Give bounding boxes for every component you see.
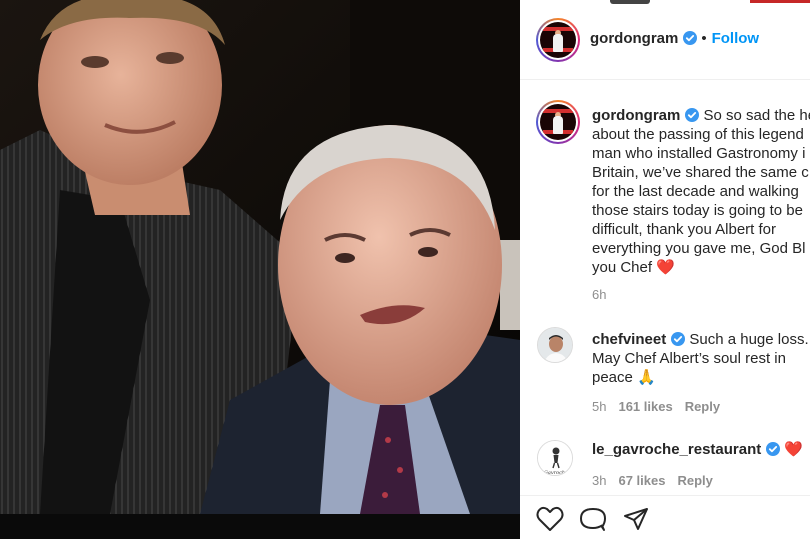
comment-likes[interactable]: 67 likes (618, 473, 665, 488)
heart-icon[interactable] (536, 506, 564, 532)
caption-avatar[interactable] (536, 100, 580, 144)
commenter-username[interactable]: chefvineet (592, 331, 666, 348)
caption-line: So so sad the he (703, 107, 810, 124)
post-photo[interactable] (0, 0, 520, 539)
comment-line: May Chef Albert’s soul rest in (592, 350, 786, 367)
comment-bubble-icon[interactable] (579, 506, 607, 532)
paper-plane-icon[interactable] (622, 506, 650, 532)
reply-button[interactable]: Reply (677, 473, 712, 488)
header-separator: • (701, 30, 707, 47)
post-side-panel: gordongram • Follow gordongram So so sad … (520, 0, 810, 539)
caption-line: for the last decade and walking (592, 183, 799, 200)
comment-le-gavroche: le_gavroche_restaurant ❤️ (592, 440, 810, 459)
reply-button[interactable]: Reply (685, 399, 720, 414)
caption-line: Britain, we’ve shared the same c (592, 164, 809, 181)
post-image (0, 0, 520, 514)
verified-badge-icon (671, 332, 686, 346)
caption-username[interactable]: gordongram (592, 107, 680, 124)
caption-line: man who installed Gastronomy i (592, 145, 806, 162)
commenter-avatar[interactable]: Gavroche (537, 440, 573, 476)
caption-line: those stairs today is going to be (592, 202, 803, 219)
caption-line: about the passing of this legend (592, 126, 804, 143)
commenter-username[interactable]: le_gavroche_restaurant (592, 441, 761, 458)
author-username[interactable]: gordongram (590, 30, 678, 47)
post-header: gordongram • Follow (520, 0, 810, 80)
caption-line: difficult, thank you Albert for (592, 221, 776, 238)
commenter-avatar[interactable] (537, 327, 573, 363)
comment-line: Such a huge loss. (689, 331, 809, 348)
avatar-logo-text: Gavroche (544, 470, 568, 476)
verified-badge-icon (685, 108, 700, 122)
photo-bottom-bar (0, 514, 520, 539)
caption-line: everything you gave me, God Bl (592, 240, 806, 257)
comment-line: peace (592, 369, 633, 386)
heart-emoji: ❤️ (784, 441, 804, 458)
comment-time[interactable]: 5h (592, 399, 606, 414)
comment-meta: 3h 67 likes Reply (592, 473, 713, 488)
caption-line: you Chef (592, 259, 653, 276)
comment-likes[interactable]: 161 likes (618, 399, 672, 414)
heart-emoji: ❤️ (656, 259, 675, 276)
action-bar (520, 495, 810, 539)
comment-time[interactable]: 3h (592, 473, 606, 488)
verified-badge-icon (683, 31, 698, 45)
post-caption: gordongram So so sad the he about the pa… (592, 106, 810, 277)
praying-hands-emoji: 🙏 (637, 369, 656, 386)
follow-button[interactable]: Follow (712, 30, 760, 47)
comment-chefvineet: chefvineet Such a huge loss. May Chef Al… (592, 330, 810, 387)
comment-meta: 5h 161 likes Reply (592, 399, 720, 414)
author-avatar[interactable] (536, 18, 580, 62)
verified-badge-icon (766, 442, 781, 456)
caption-time[interactable]: 6h (592, 287, 606, 302)
